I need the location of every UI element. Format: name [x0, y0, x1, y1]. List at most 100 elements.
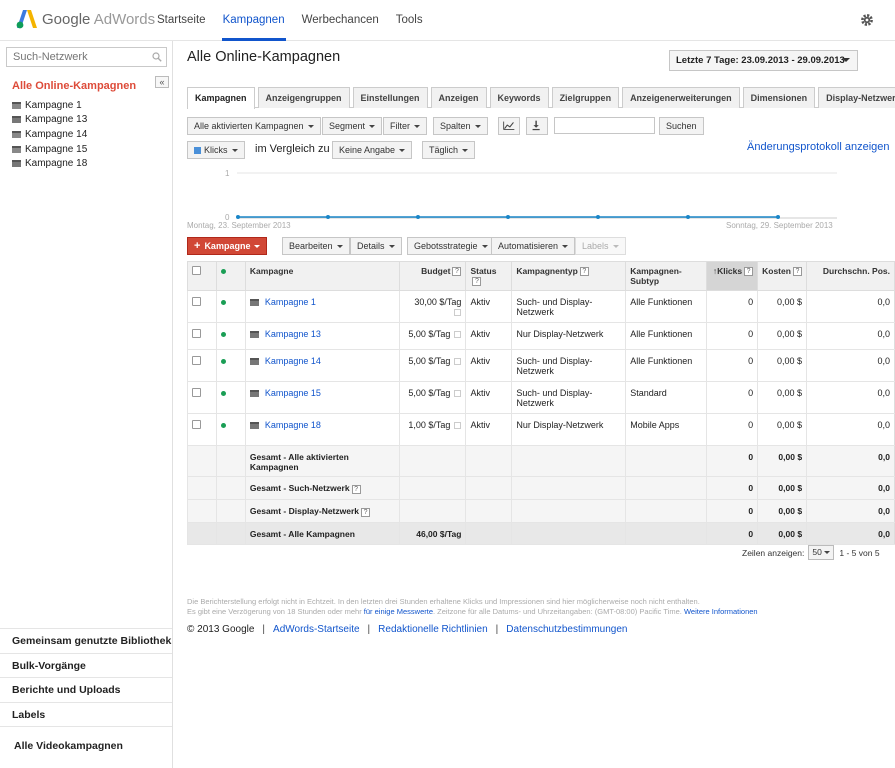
status-dot-icon[interactable]	[220, 332, 226, 338]
help-icon[interactable]: ?	[361, 507, 371, 517]
status-dot-icon[interactable]	[220, 391, 226, 397]
budget-value: 5,00 $/Tag	[408, 388, 451, 399]
segment-dropdown[interactable]: Segment	[322, 117, 383, 135]
sidebar-shared-library[interactable]: Gemeinsam genutzte Bibliothek	[0, 628, 172, 653]
chart-point[interactable]	[686, 215, 690, 219]
header-campaign-type[interactable]: Kampagnentyp?	[511, 261, 626, 292]
adwords-logo[interactable]: Google AdWords	[16, 9, 155, 29]
help-icon[interactable]: ?	[744, 267, 754, 277]
help-icon[interactable]: ?	[792, 267, 802, 277]
edit-pencil-icon[interactable]	[454, 309, 462, 317]
header-campaign-subtype[interactable]: Kampagnen-Subtyp	[625, 261, 707, 292]
row-checkbox[interactable]	[192, 297, 201, 307]
campaign-link[interactable]: Kampagne 15	[265, 388, 321, 398]
sidebar-campaign-item[interactable]: Kampagne 18	[12, 156, 87, 171]
sidebar-bulk-operations[interactable]: Bulk-Vorgänge	[0, 652, 172, 678]
campaign-link[interactable]: Kampagne 18	[265, 420, 321, 430]
help-icon[interactable]: ?	[579, 267, 589, 277]
change-history-link[interactable]: Änderungsprotokoll anzeigen	[747, 141, 890, 153]
edit-dropdown[interactable]: Bearbeiten	[282, 237, 350, 255]
chart-point[interactable]	[776, 215, 780, 219]
new-campaign-button[interactable]: + Kampagne	[187, 237, 268, 255]
row-checkbox[interactable]	[192, 329, 201, 339]
header-cost[interactable]: Kosten?	[757, 261, 807, 292]
header-budget[interactable]: Budget?	[398, 261, 466, 292]
collapse-sidebar-button[interactable]: «	[155, 76, 169, 88]
metric-dropdown[interactable]: Klicks	[187, 141, 245, 159]
details-dropdown[interactable]: Details	[350, 237, 402, 255]
automate-dropdown[interactable]: Automatisieren	[491, 237, 576, 255]
header-campaign[interactable]: Kampagne	[244, 261, 400, 292]
footer-link-adwords-home[interactable]: AdWords-Startseite	[273, 624, 360, 635]
nav-werbechancen[interactable]: Werbechancen	[302, 0, 379, 41]
filter-dropdown[interactable]: Filter	[383, 117, 427, 135]
tab-keywords[interactable]: Keywords	[489, 87, 549, 108]
tab-dimensionen[interactable]: Dimensionen	[742, 87, 816, 108]
select-all-checkbox[interactable]	[192, 266, 201, 275]
row-checkbox[interactable]	[192, 420, 201, 430]
nav-startseite[interactable]: Startseite	[157, 0, 206, 41]
campaign-filter-dropdown[interactable]: Alle aktivierten Kampagnen	[187, 117, 321, 135]
row-checkbox[interactable]	[192, 356, 201, 366]
status-dot-icon[interactable]	[220, 423, 226, 429]
footer-link-privacy[interactable]: Datenschutzbestimmungen	[506, 624, 627, 635]
chart-point[interactable]	[596, 215, 600, 219]
tab-zielgruppen[interactable]: Zielgruppen	[551, 87, 620, 108]
status-dot-icon[interactable]	[220, 359, 226, 365]
header-status[interactable]: Status?	[465, 261, 512, 292]
download-button[interactable]	[526, 117, 548, 135]
columns-dropdown[interactable]: Spalten	[433, 117, 488, 135]
tab-anzeigenerweiterungen[interactable]: Anzeigenerweiterungen	[622, 87, 740, 108]
nav-kampagnen[interactable]: Kampagnen	[221, 0, 286, 41]
metrics-info-link[interactable]: für einige Messwerte	[364, 607, 433, 616]
chart-point[interactable]	[416, 215, 420, 219]
compare-metric-dropdown[interactable]: Keine Angabe	[332, 141, 413, 159]
sidebar-labels[interactable]: Labels	[0, 701, 172, 727]
campaign-link[interactable]: Kampagne 1	[265, 297, 316, 307]
interval-dropdown[interactable]: Täglich	[422, 141, 476, 159]
chart-toggle-button[interactable]	[498, 117, 520, 135]
edit-pencil-icon[interactable]	[454, 331, 462, 339]
labels-dropdown[interactable]: Labels	[575, 237, 626, 255]
help-icon[interactable]: ?	[452, 267, 462, 277]
rows-per-page-select[interactable]: 50	[808, 545, 835, 560]
sidebar-search-input[interactable]	[7, 48, 147, 66]
status-dot-icon[interactable]	[220, 300, 226, 306]
help-icon[interactable]: ?	[351, 484, 361, 494]
chart-point[interactable]	[326, 215, 330, 219]
tab-anzeigen[interactable]: Anzeigen	[430, 87, 487, 108]
sidebar-campaign-item[interactable]: Kampagne 14	[12, 127, 87, 142]
edit-pencil-icon[interactable]	[454, 390, 462, 398]
sidebar-video-campaigns[interactable]: Alle Videokampagnen	[0, 726, 172, 764]
sidebar-campaign-item[interactable]: Kampagne 1	[12, 98, 87, 113]
tab-kampagnen[interactable]: Kampagnen	[187, 87, 255, 109]
tab-display-netzwerk[interactable]: Display-Netzwerk	[818, 87, 895, 108]
tab-anzeigengruppen[interactable]: Anzeigengruppen	[257, 87, 350, 108]
date-range-selector[interactable]: Letzte 7 Tage: 23.09.2013 - 29.09.2013	[669, 50, 858, 71]
sidebar-all-campaigns[interactable]: Alle Online-Kampagnen	[12, 80, 136, 92]
row-checkbox[interactable]	[192, 388, 201, 398]
bid-strategy-dropdown[interactable]: Gebotsstrategie	[407, 237, 495, 255]
chart-point[interactable]	[236, 215, 240, 219]
chart-point[interactable]	[506, 215, 510, 219]
table-search-input[interactable]	[554, 117, 655, 134]
more-info-link[interactable]: Weitere Informationen	[684, 607, 758, 616]
tab-einstellungen[interactable]: Einstellungen	[352, 87, 428, 108]
footer-link-editorial-guidelines[interactable]: Redaktionelle Richtlinien	[378, 624, 488, 635]
folder-icon	[249, 331, 259, 339]
sidebar-campaign-item[interactable]: Kampagne 13	[12, 113, 87, 128]
header-clicks[interactable]: ↑Klicks?	[706, 261, 758, 292]
help-icon[interactable]: ?	[472, 277, 482, 287]
search-button[interactable]: Suchen	[659, 117, 704, 135]
status-value: Aktiv	[465, 381, 512, 415]
campaign-link[interactable]: Kampagne 14	[265, 356, 321, 366]
sidebar-reports-uploads[interactable]: Berichte und Uploads	[0, 677, 172, 702]
search-icon[interactable]	[152, 52, 162, 62]
edit-pencil-icon[interactable]	[454, 422, 462, 430]
gear-icon[interactable]	[860, 13, 874, 27]
campaign-link[interactable]: Kampagne 13	[265, 329, 321, 339]
header-avg-position[interactable]: Durchschn. Pos.	[806, 261, 895, 292]
sidebar-campaign-item[interactable]: Kampagne 15	[12, 142, 87, 157]
nav-tools[interactable]: Tools	[396, 0, 423, 41]
edit-pencil-icon[interactable]	[454, 358, 462, 366]
